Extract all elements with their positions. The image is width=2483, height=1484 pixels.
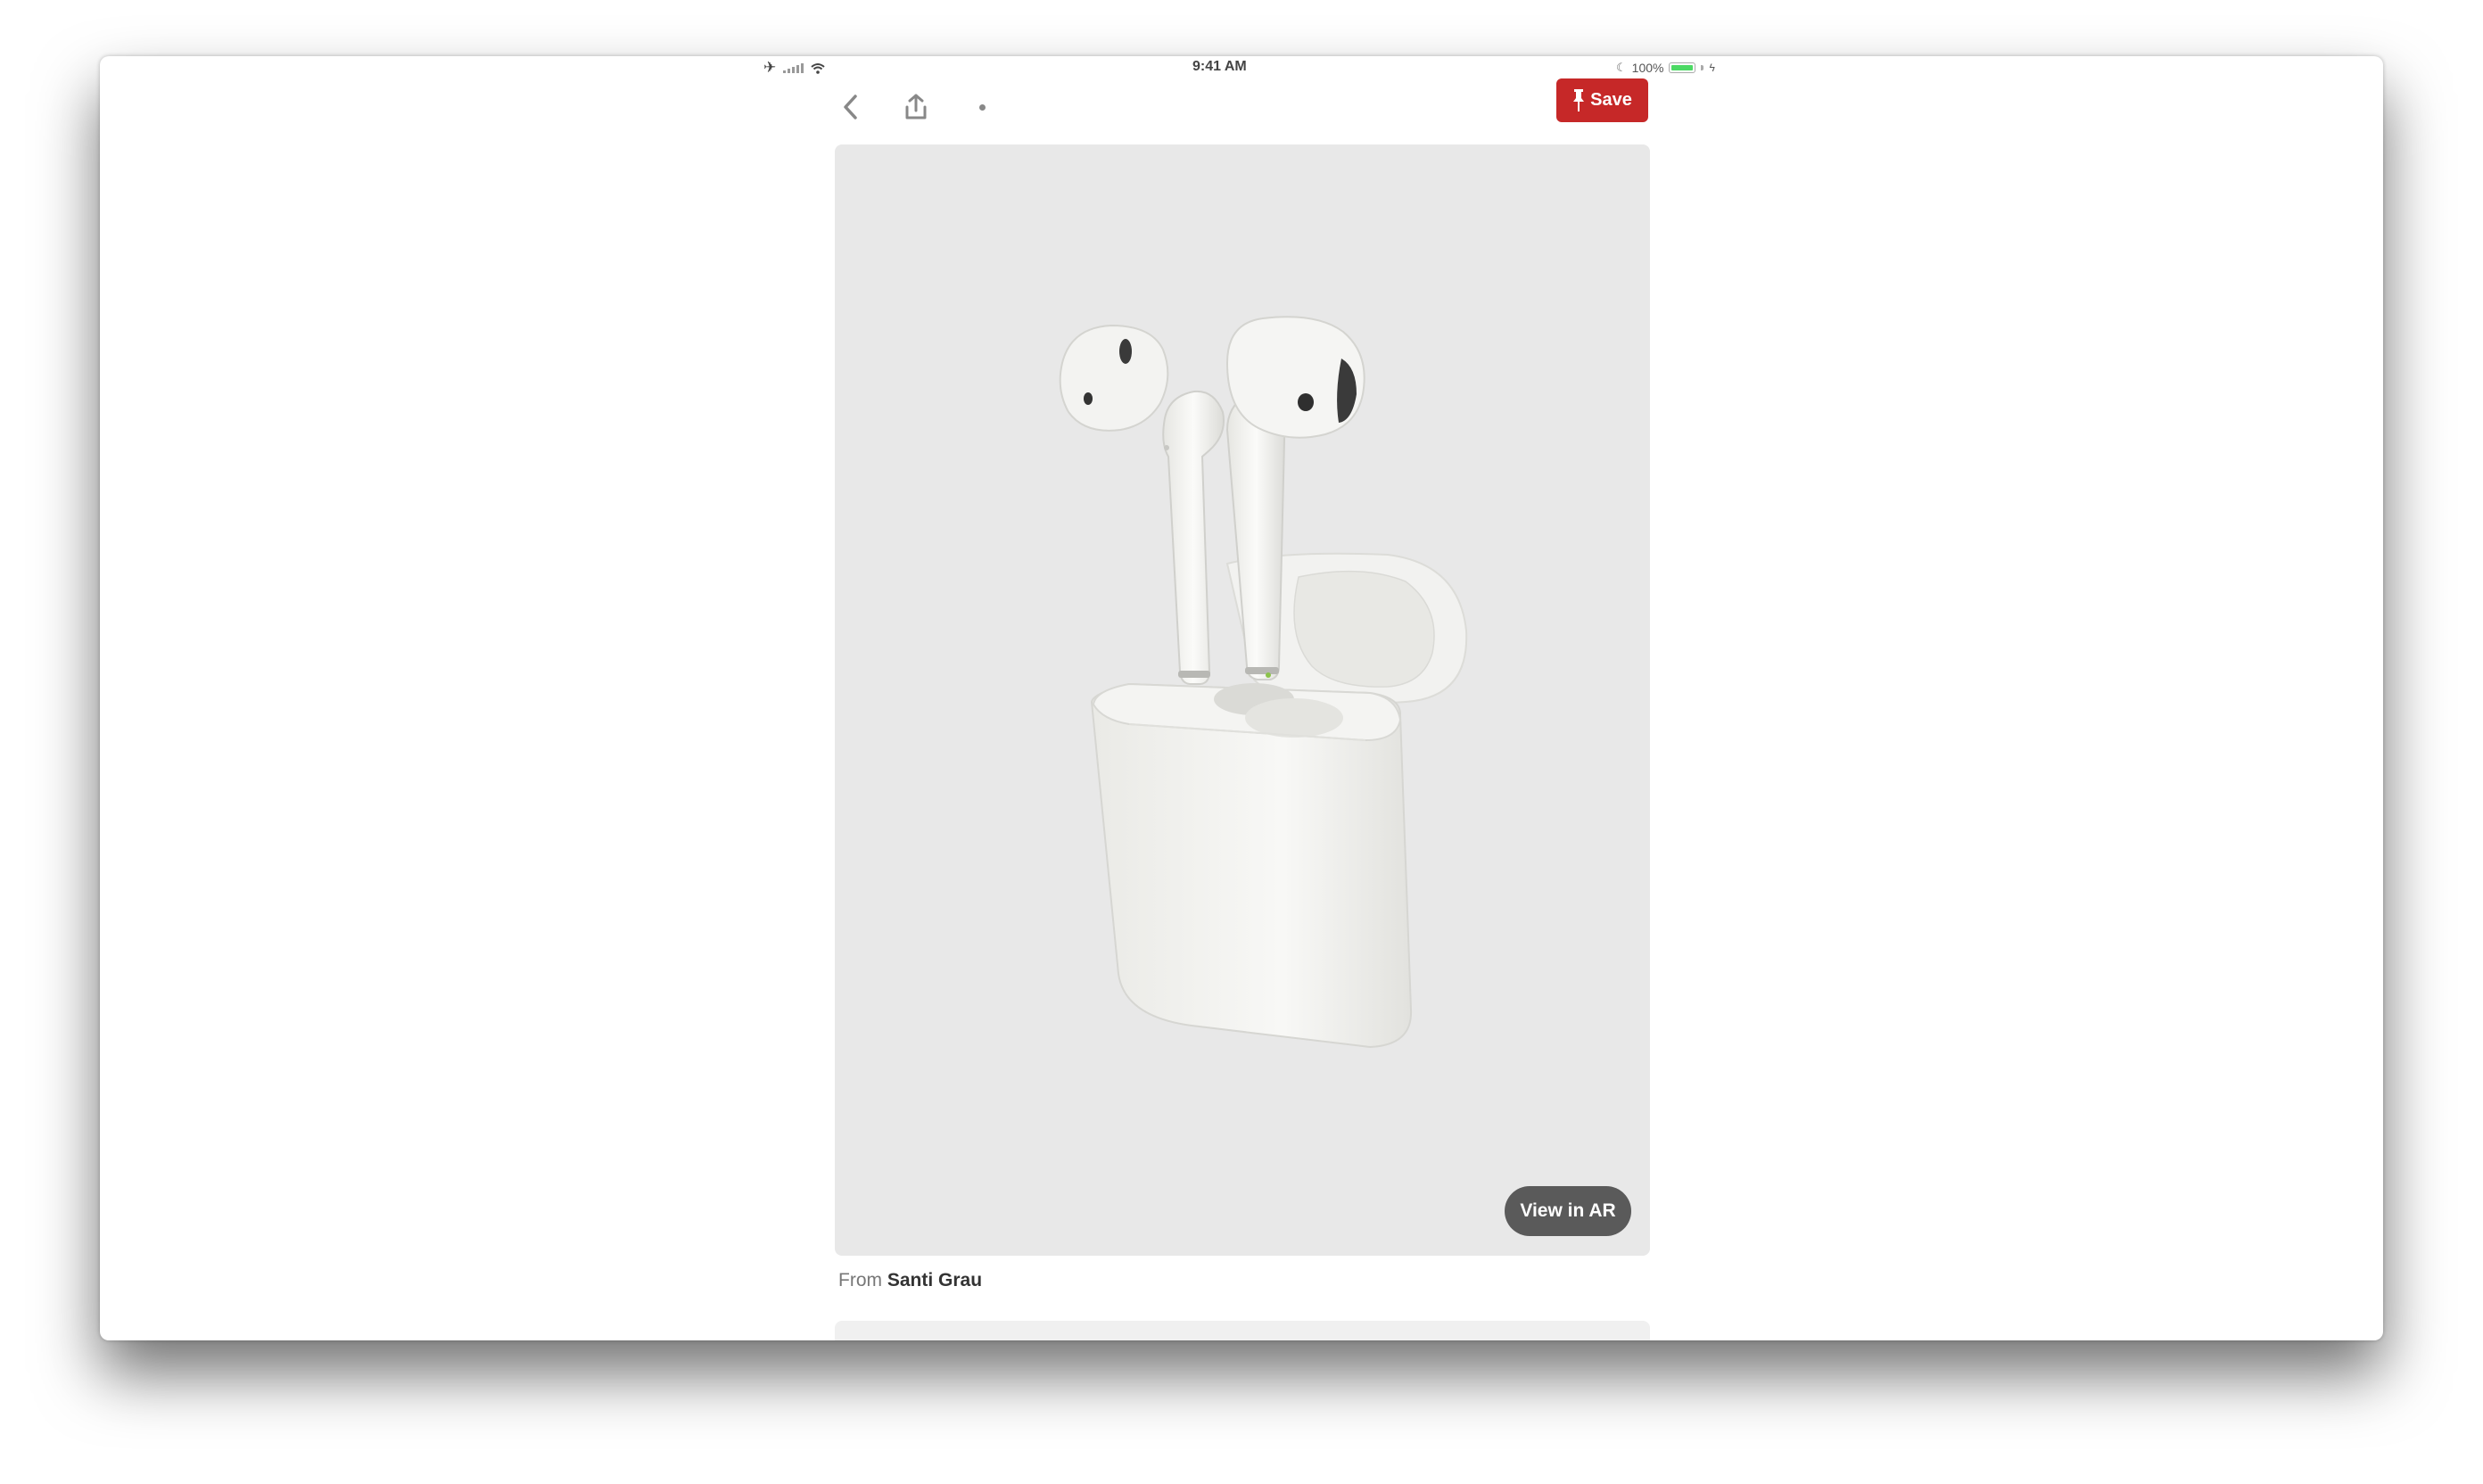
wifi-icon [811, 62, 825, 74]
save-button[interactable]: Save [1556, 78, 1648, 122]
ellipsis-icon [978, 103, 986, 111]
charging-case [1090, 682, 1413, 1049]
source-name-link[interactable]: Santi Grau [887, 1270, 982, 1290]
battery-tip [1701, 65, 1704, 70]
left-airpod [1059, 324, 1225, 685]
pin-icon [1573, 88, 1585, 111]
back-button[interactable] [833, 85, 869, 129]
pin-image[interactable]: View in AR [835, 144, 1650, 1256]
more-options-button[interactable] [959, 85, 1005, 129]
source-prefix: From [838, 1270, 882, 1290]
airplane-icon: ✈ [763, 59, 777, 76]
charging-icon: ϟ [1709, 62, 1715, 74]
status-left: ✈ [763, 59, 825, 77]
status-bar: ✈ 9:41 AM ☾ 100% ϟ [100, 56, 2383, 79]
battery-icon [1669, 62, 1696, 73]
signal-icon [783, 62, 804, 73]
airpods-illustration [1059, 316, 1468, 1049]
share-icon [905, 94, 927, 120]
share-button[interactable] [896, 85, 936, 129]
status-time: 9:41 AM [1192, 59, 1247, 74]
save-label: Save [1590, 90, 1632, 110]
pin-source: From Santi Grau [838, 1270, 982, 1291]
app-window: ✈ 9:41 AM ☾ 100% ϟ Save View in AR From … [100, 56, 2383, 1340]
next-pin-card[interactable] [835, 1321, 1650, 1340]
chevron-left-icon [844, 95, 857, 120]
view-in-ar-button[interactable]: View in AR [1505, 1186, 1631, 1236]
battery-percent: 100% [1631, 61, 1664, 75]
moon-icon: ☾ [1616, 61, 1627, 74]
battery-level-fill [1671, 65, 1694, 70]
status-right: ☾ 100% ϟ [1616, 59, 1715, 77]
